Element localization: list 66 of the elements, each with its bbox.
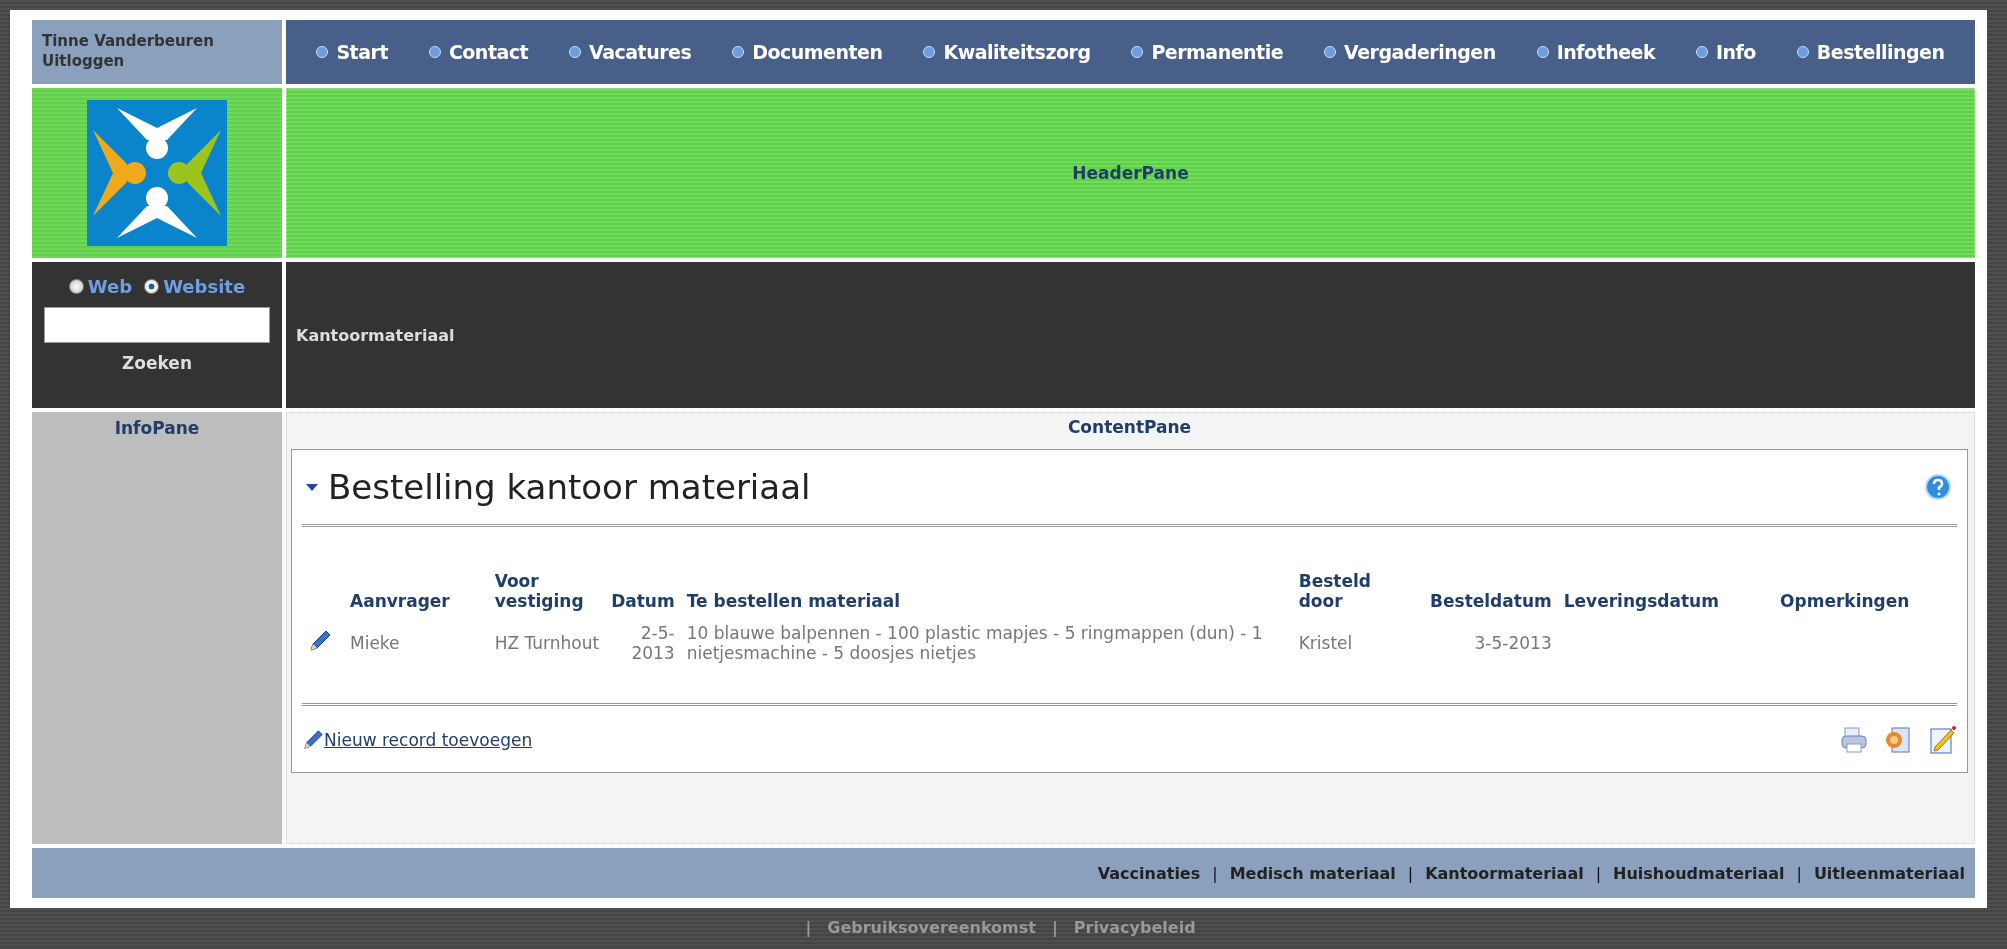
module-title: Bestelling kantoor materiaal bbox=[328, 467, 812, 507]
edit-document-icon[interactable] bbox=[1927, 725, 1957, 755]
bullet-icon bbox=[1536, 46, 1549, 58]
pencil-icon[interactable] bbox=[308, 629, 332, 653]
bullet-icon bbox=[732, 46, 745, 58]
radio-label[interactable]: Website bbox=[163, 276, 246, 297]
printer-icon[interactable] bbox=[1839, 725, 1869, 755]
footer-link[interactable]: Uitleenmateriaal bbox=[1813, 863, 1965, 883]
nav-link[interactable]: Contact bbox=[428, 41, 529, 63]
column-header: Voor vestiging bbox=[493, 570, 585, 613]
header-pane-label: HeaderPane bbox=[1072, 163, 1189, 183]
user-name: Tinne Vanderbeuren bbox=[42, 32, 215, 50]
table-cell: HZ Turnhout bbox=[494, 633, 600, 653]
search-link[interactable]: Zoeken bbox=[122, 353, 192, 373]
footer-link[interactable]: Kantoormateriaal bbox=[1425, 863, 1584, 883]
footer-link[interactable]: Medisch materiaal bbox=[1229, 863, 1396, 883]
footer-link[interactable]: Vaccinaties bbox=[1097, 863, 1201, 883]
nav-link[interactable]: Vacatures bbox=[569, 41, 692, 63]
nav-link[interactable]: Vergaderingen bbox=[1324, 41, 1496, 63]
radio-label[interactable]: Web bbox=[87, 276, 133, 297]
footer-link[interactable]: Huishoudmateriaal bbox=[1613, 863, 1785, 883]
separator-text: | bbox=[805, 918, 812, 937]
nav-link[interactable]: Permanentie bbox=[1131, 41, 1284, 63]
bullet-icon bbox=[1131, 46, 1144, 58]
bullet-icon bbox=[428, 46, 441, 58]
column-header: Aanvrager bbox=[349, 590, 451, 613]
separator-text: | bbox=[1796, 863, 1802, 883]
add-record-link[interactable]: Nieuw record toevoegen bbox=[324, 730, 533, 750]
radio-button[interactable] bbox=[68, 279, 84, 294]
column-header: Te bestellen materiaal bbox=[685, 590, 901, 613]
nav-link[interactable]: Start bbox=[316, 41, 388, 63]
column-header: Besteld door bbox=[1297, 570, 1372, 613]
column-header: Besteldatum bbox=[1429, 590, 1553, 613]
content-pane-label: ContentPane bbox=[1067, 417, 1192, 437]
radio-button[interactable] bbox=[144, 279, 160, 294]
document-icon[interactable] bbox=[1883, 725, 1913, 755]
table-cell: Mieke bbox=[350, 633, 400, 653]
nav-link[interactable]: Bestellingen bbox=[1796, 41, 1945, 63]
bullet-icon bbox=[569, 46, 582, 58]
nav-link[interactable]: Kwaliteitszorg bbox=[923, 41, 1091, 63]
table-cell: 10 blauwe balpennen - 100 plastic mapjes - 5 ringmappen (dun) - 1 nietjesmachine - 5 doosjes nietjes bbox=[686, 623, 1263, 663]
collapse-triangle-icon[interactable] bbox=[306, 483, 318, 491]
bullet-icon bbox=[1796, 46, 1809, 58]
bullet-icon bbox=[1696, 46, 1708, 58]
table-cell: 2-5-2013 bbox=[631, 623, 675, 663]
bullet-icon bbox=[923, 46, 936, 58]
column-header: Opmerkingen bbox=[1779, 590, 1911, 613]
logout-link[interactable]: Uitloggen bbox=[42, 52, 272, 70]
nav-link[interactable]: Documenten bbox=[732, 41, 883, 63]
table-cell: Kristel bbox=[1298, 633, 1353, 653]
separator-text: | bbox=[1595, 863, 1602, 883]
pencil-icon bbox=[302, 729, 324, 751]
breadcrumb: Kantoormateriaal bbox=[296, 325, 455, 345]
help-icon[interactable] bbox=[1925, 474, 1951, 500]
column-header: Datum bbox=[610, 590, 676, 613]
info-pane-label: InfoPane bbox=[114, 418, 200, 440]
separator-text: | bbox=[1212, 863, 1218, 883]
nav-link[interactable]: Infotheek bbox=[1536, 41, 1656, 63]
search-field[interactable] bbox=[44, 307, 270, 343]
bullet-icon bbox=[316, 46, 329, 58]
nav-link[interactable]: Info bbox=[1696, 41, 1756, 63]
table-cell: 3-5-2013 bbox=[1474, 633, 1552, 653]
separator-text: | bbox=[1051, 918, 1058, 937]
bullet-icon bbox=[1324, 46, 1336, 58]
column-header: Leveringsdatum bbox=[1562, 590, 1720, 613]
separator-text: | bbox=[1407, 863, 1414, 883]
